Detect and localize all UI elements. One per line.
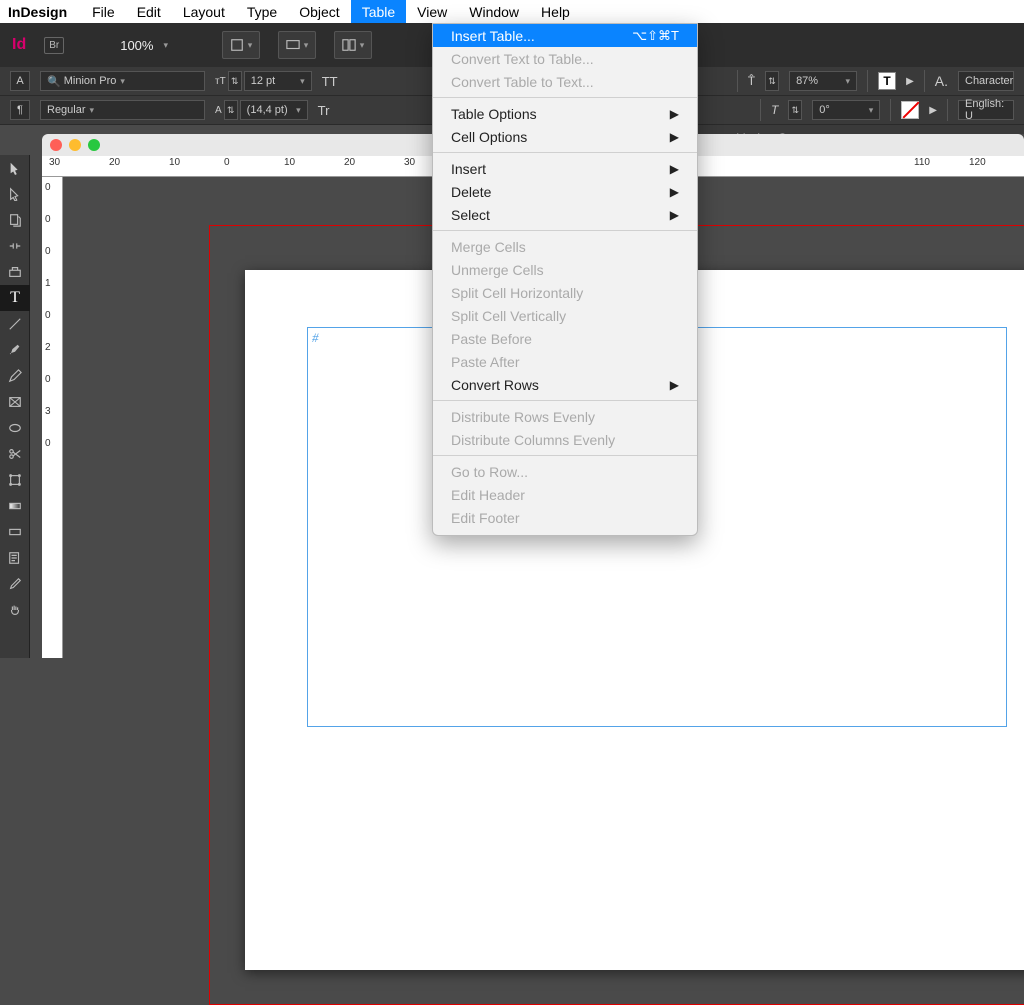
page-tool[interactable] (0, 207, 30, 233)
font-style-field[interactable]: Regular (40, 100, 205, 120)
menu-item-edit-footer: Edit Footer (433, 506, 697, 529)
menu-separator (433, 152, 697, 153)
character-mode-icon[interactable]: A (10, 71, 30, 91)
small-caps-button[interactable]: Tr (318, 103, 330, 118)
tool-panel: T (0, 155, 30, 658)
menu-item-insert[interactable]: Insert▶ (433, 157, 697, 180)
font-size-field[interactable]: 12 pt (244, 71, 312, 91)
language-field[interactable]: English: U (958, 100, 1014, 120)
type-tool[interactable]: T (0, 285, 30, 311)
menu-table[interactable]: Table (351, 0, 406, 23)
screen-mode-button[interactable] (278, 31, 316, 59)
arrange-button[interactable] (334, 31, 372, 59)
scale-field[interactable]: 87% (789, 71, 857, 91)
scale-stepper[interactable]: ⇅ (765, 71, 779, 91)
gradient-feather-tool[interactable] (0, 519, 30, 545)
zoom-window-button[interactable] (88, 139, 100, 151)
menu-separator (433, 230, 697, 231)
menu-separator (433, 97, 697, 98)
selection-tool[interactable] (0, 155, 30, 181)
submenu-arrow-icon: ▶ (670, 208, 679, 222)
submenu-arrow-icon[interactable]: ▶ (929, 105, 937, 116)
menu-item-merge-cells: Merge Cells (433, 235, 697, 258)
submenu-arrow-icon: ▶ (670, 162, 679, 176)
menu-item-convert-text-to-table: Convert Text to Table... (433, 47, 697, 70)
scissors-tool[interactable] (0, 441, 30, 467)
leading-field[interactable]: (14,4 pt) (240, 100, 308, 120)
submenu-arrow-icon: ▶ (670, 130, 679, 144)
menu-item-paste-before: Paste Before (433, 327, 697, 350)
menu-item-insert-table[interactable]: Insert Table...⌥⇧⌘T (433, 24, 697, 47)
menu-edit[interactable]: Edit (126, 0, 172, 23)
pencil-tool[interactable] (0, 363, 30, 389)
indesign-logo-icon: Id (12, 36, 26, 54)
menu-separator (433, 455, 697, 456)
menu-type[interactable]: Type (236, 0, 288, 23)
leading-icon: A͏ (215, 105, 222, 116)
menu-help[interactable]: Help (530, 0, 581, 23)
table-menu-dropdown: Insert Table...⌥⇧⌘TConvert Text to Table… (432, 23, 698, 536)
pen-tool[interactable] (0, 337, 30, 363)
char-style-field[interactable]: Character (958, 71, 1014, 91)
leading-stepper[interactable]: ⇅ (224, 100, 238, 120)
zoom-selector[interactable]: 100% (120, 38, 168, 53)
skew-stepper[interactable]: ⇅ (788, 100, 802, 120)
menu-window[interactable]: Window (458, 0, 530, 23)
menu-layout[interactable]: Layout (172, 0, 236, 23)
font-size-icon: тT (215, 76, 226, 87)
vertical-ruler[interactable]: 000102030 (42, 177, 63, 658)
menu-item-delete[interactable]: Delete▶ (433, 180, 697, 203)
note-tool[interactable] (0, 545, 30, 571)
direct-selection-tool[interactable] (0, 181, 30, 207)
gap-tool[interactable] (0, 233, 30, 259)
menu-item-distribute-rows-evenly: Distribute Rows Evenly (433, 405, 697, 428)
menu-item-split-cell-horizontally: Split Cell Horizontally (433, 281, 697, 304)
menu-item-paste-after: Paste After (433, 350, 697, 373)
size-stepper[interactable]: ⇅ (228, 71, 242, 91)
menu-object[interactable]: Object (288, 0, 350, 23)
eyedropper-tool[interactable] (0, 571, 30, 597)
paragraph-mode-icon[interactable]: ¶ (10, 100, 30, 120)
bridge-button[interactable]: Br (44, 37, 64, 54)
submenu-arrow-icon: ▶ (670, 185, 679, 199)
app-name: InDesign (8, 4, 67, 20)
close-window-button[interactable] (50, 139, 62, 151)
menu-item-go-to-row: Go to Row... (433, 460, 697, 483)
menu-item-distribute-columns-evenly: Distribute Columns Evenly (433, 428, 697, 451)
line-tool[interactable] (0, 311, 30, 337)
menu-separator (433, 400, 697, 401)
fill-text-icon[interactable]: T (878, 72, 896, 90)
rectangle-frame-tool[interactable] (0, 389, 30, 415)
menu-item-cell-options[interactable]: Cell Options▶ (433, 125, 697, 148)
menu-file[interactable]: File (81, 0, 126, 23)
menu-item-table-options[interactable]: Table Options▶ (433, 102, 697, 125)
hand-tool[interactable] (0, 597, 30, 623)
no-stroke-icon[interactable] (901, 101, 919, 119)
vertical-scale-icon: T̂ (748, 74, 755, 88)
submenu-arrow-icon: ▶ (670, 378, 679, 392)
mac-menubar: InDesign FileEditLayoutTypeObjectTableVi… (0, 0, 1024, 23)
submenu-arrow-icon: ▶ (670, 107, 679, 121)
all-caps-button[interactable]: TT (322, 74, 338, 89)
menu-item-split-cell-vertically: Split Cell Vertically (433, 304, 697, 327)
menu-item-unmerge-cells: Unmerge Cells (433, 258, 697, 281)
menu-view[interactable]: View (406, 0, 458, 23)
submenu-arrow-icon[interactable]: ▶ (906, 76, 914, 87)
minimize-window-button[interactable] (69, 139, 81, 151)
menu-item-select[interactable]: Select▶ (433, 203, 697, 226)
menu-item-convert-rows[interactable]: Convert Rows▶ (433, 373, 697, 396)
ellipse-tool[interactable] (0, 415, 30, 441)
free-transform-tool[interactable] (0, 467, 30, 493)
menu-item-convert-table-to-text: Convert Table to Text... (433, 70, 697, 93)
menu-item-edit-header: Edit Header (433, 483, 697, 506)
end-of-story-marker: # (312, 330, 319, 346)
skew-field[interactable]: 0° (812, 100, 880, 120)
skew-icon: T (771, 103, 778, 117)
content-collector-tool[interactable] (0, 259, 30, 285)
view-mode-button[interactable] (222, 31, 260, 59)
char-style-prefix: A. (935, 73, 948, 89)
gradient-swatch-tool[interactable] (0, 493, 30, 519)
font-family-field[interactable]: 🔍 Minion Pro (40, 71, 205, 91)
